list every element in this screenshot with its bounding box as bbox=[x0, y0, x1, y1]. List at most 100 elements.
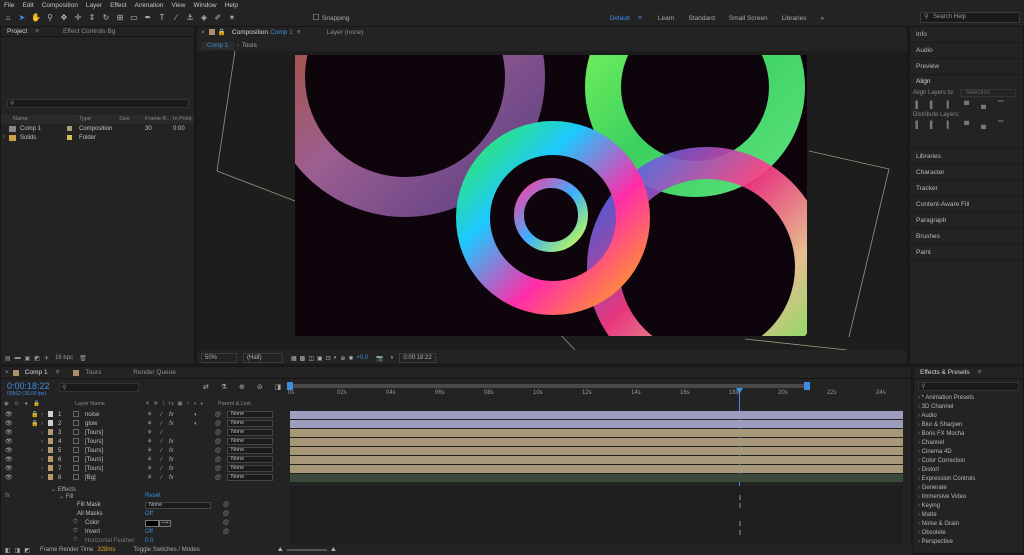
menu-window[interactable]: Window bbox=[190, 2, 221, 9]
selection-tool-icon[interactable]: ➤ bbox=[16, 12, 28, 24]
all-masks-value[interactable]: Off bbox=[145, 511, 153, 517]
tab-composition[interactable]: Composition bbox=[226, 29, 268, 36]
interpret-footage-icon[interactable]: ▤ bbox=[5, 355, 11, 362]
tab-layer[interactable]: Layer (none) bbox=[321, 29, 370, 36]
effects-category-item[interactable]: › Boris FX Mocha bbox=[914, 430, 1023, 439]
tab-tours[interactable]: Tours bbox=[79, 369, 107, 376]
expand-arrow-icon[interactable]: › bbox=[41, 439, 43, 445]
col-in-point[interactable]: In Point bbox=[173, 116, 192, 122]
col-name[interactable]: Name bbox=[13, 116, 28, 122]
parent-dropdown[interactable]: None bbox=[227, 429, 273, 436]
keyframe-icon[interactable]: I bbox=[739, 495, 741, 502]
menu-composition[interactable]: Composition bbox=[38, 2, 82, 9]
region-of-interest-icon[interactable]: ⊡ bbox=[326, 355, 331, 362]
hand-tool-icon[interactable]: ✋ bbox=[30, 12, 42, 24]
panel-brushes[interactable]: Brushes bbox=[910, 229, 1023, 245]
breadcrumb-tours[interactable]: Tours bbox=[242, 43, 257, 49]
timeline-search-input[interactable]: ⚲ bbox=[59, 383, 139, 392]
mask-visibility-icon[interactable]: ◫ bbox=[308, 355, 314, 362]
tab-effect-controls[interactable]: Effect Controls Bg bbox=[57, 28, 121, 35]
lock-icon[interactable]: 🔒 bbox=[31, 411, 38, 418]
lock-icon[interactable]: 🔒 bbox=[218, 28, 226, 36]
comp-menu-icon[interactable]: ≡ bbox=[297, 29, 301, 36]
layer-track-bar[interactable] bbox=[290, 420, 903, 428]
label-color-swatch[interactable] bbox=[48, 411, 53, 417]
expand-arrow-icon[interactable]: › bbox=[41, 430, 43, 436]
parent-dropdown[interactable]: None bbox=[227, 411, 273, 418]
layer-row[interactable]: 👁 › 6 [Tours] ⚘ ∕ fx @ None bbox=[1, 455, 287, 464]
shy-icon[interactable]: ⚘ bbox=[147, 429, 152, 436]
shy-icon[interactable]: ⚘ bbox=[147, 447, 152, 454]
visibility-eye-icon[interactable]: 👁 bbox=[5, 420, 13, 427]
parent-pickwhip-icon[interactable]: @ bbox=[215, 448, 221, 454]
quality-icon[interactable]: ∕ bbox=[161, 475, 162, 481]
label-color-swatch[interactable] bbox=[48, 456, 53, 462]
expression-icon[interactable]: @ bbox=[223, 502, 229, 508]
layer-switches-icon[interactable]: ◩ bbox=[24, 547, 30, 554]
fx-switch-icon[interactable]: fx bbox=[169, 457, 174, 463]
parent-pickwhip-icon[interactable]: @ bbox=[215, 457, 221, 463]
new-composition-icon[interactable]: ▣ bbox=[25, 355, 31, 362]
panel-paragraph[interactable]: Paragraph bbox=[910, 213, 1023, 229]
quality-icon[interactable]: ∕ bbox=[161, 466, 162, 472]
parent-dropdown[interactable]: None bbox=[227, 447, 273, 454]
stopwatch-icon[interactable]: ⏱ bbox=[73, 519, 78, 526]
label-color-swatch[interactable] bbox=[48, 420, 53, 426]
bpc-button[interactable]: 16 bpc bbox=[55, 355, 73, 361]
effects-category-item[interactable]: › Perspective bbox=[914, 538, 1023, 547]
layer-row[interactable]: 👁 › 7 [Tours] ⚘ ∕ fx @ None bbox=[1, 464, 287, 473]
parent-dropdown[interactable]: None bbox=[227, 438, 273, 445]
effects-category-item[interactable]: › Generate bbox=[914, 484, 1023, 493]
layer-row[interactable]: 👁 🔒 › 1 noise ⚘ ∕ fx ◐ @ None bbox=[1, 410, 287, 419]
menu-view[interactable]: View bbox=[168, 2, 190, 9]
effects-category-item[interactable]: › Immersive Video bbox=[914, 493, 1023, 502]
col-layer-name[interactable]: Layer Name bbox=[75, 401, 105, 407]
label-color-swatch[interactable] bbox=[48, 438, 53, 444]
align-to-dropdown[interactable]: Selection bbox=[960, 89, 1017, 97]
graph-editor-icon[interactable]: ◧ bbox=[5, 547, 11, 554]
expand-arrow-icon[interactable]: › bbox=[41, 448, 43, 454]
snapping-checkbox-icon[interactable]: ☐ bbox=[310, 12, 322, 24]
effects-category-item[interactable]: › Audio bbox=[914, 412, 1023, 421]
shy-icon[interactable]: ⚘ bbox=[147, 465, 152, 472]
col-frame-rate[interactable]: Frame R... bbox=[145, 116, 171, 122]
resolution-dropdown[interactable]: (Half) bbox=[243, 353, 283, 363]
stamp-tool-icon[interactable]: ⚓ bbox=[184, 12, 196, 24]
type-tool-icon[interactable]: T bbox=[156, 12, 168, 24]
panel-paint[interactable]: Paint bbox=[910, 245, 1023, 261]
toggle-switches-modes-button[interactable]: Toggle Switches / Modes bbox=[133, 547, 199, 553]
parent-dropdown[interactable]: None bbox=[227, 474, 273, 481]
adjustment-layer-icon[interactable]: ◐ bbox=[194, 421, 198, 427]
lock-icon[interactable]: 🔒 bbox=[31, 420, 38, 427]
home-icon[interactable]: ⌂ bbox=[2, 12, 14, 24]
panel-tracker[interactable]: Tracker bbox=[910, 181, 1023, 197]
visibility-eye-icon[interactable]: 👁 bbox=[5, 465, 13, 472]
layer-row[interactable]: 👁 › 4 [Tours] ⚘ ∕ fx @ None bbox=[1, 437, 287, 446]
keyframe-icon[interactable]: I bbox=[739, 503, 741, 510]
col-size[interactable]: Size bbox=[119, 116, 130, 122]
layer-name[interactable]: noise bbox=[85, 412, 99, 418]
eraser-tool-icon[interactable]: ◈ bbox=[198, 12, 210, 24]
shy-icon[interactable]: ⚘ bbox=[147, 411, 152, 418]
shy-icon[interactable]: ⚘ bbox=[147, 456, 152, 463]
align-buttons[interactable]: ▐ ▌ ▍ ▀ ▄ ▔ bbox=[910, 101, 1023, 109]
panel-preview[interactable]: Preview bbox=[910, 59, 1023, 75]
timeline-zoom-slider[interactable] bbox=[286, 549, 327, 551]
menu-file[interactable]: File bbox=[0, 2, 18, 9]
visibility-eye-icon[interactable]: 👁 bbox=[5, 456, 13, 463]
parent-dropdown[interactable]: None bbox=[227, 465, 273, 472]
expression-icon[interactable]: @ bbox=[223, 529, 229, 535]
timeline-timecode[interactable]: 0:00:18:22 bbox=[7, 381, 50, 391]
parent-pickwhip-icon[interactable]: @ bbox=[215, 421, 221, 427]
fill-mask-dropdown[interactable]: None bbox=[145, 502, 211, 509]
effects-category-item[interactable]: › Keying bbox=[914, 502, 1023, 511]
keyframe-icon[interactable]: I bbox=[739, 521, 741, 528]
expand-arrow-icon[interactable]: › bbox=[41, 421, 43, 427]
tab-comp1[interactable]: Comp 1 bbox=[19, 369, 54, 376]
workspace-small-screen[interactable]: Small Screen bbox=[729, 15, 768, 22]
fast-previews-icon[interactable]: ▦ bbox=[291, 355, 297, 362]
brush-tool-icon[interactable]: ∕ bbox=[170, 12, 182, 24]
expand-arrow-icon[interactable]: › bbox=[41, 457, 43, 463]
grid-guides-icon[interactable]: ▣ bbox=[317, 355, 323, 362]
timeline-menu-icon[interactable]: ≡ bbox=[56, 369, 60, 376]
